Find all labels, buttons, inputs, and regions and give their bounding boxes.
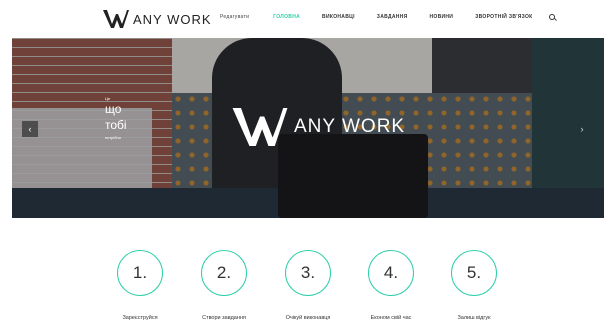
main-nav: Редагувати Головна Виконавці Завдання Но… [220, 14, 555, 20]
brand-name: ANY WORK [133, 11, 212, 27]
brand-logo[interactable]: ANY WORK [103, 9, 212, 29]
site-header: ANY WORK Редагувати Головна Виконавці За… [0, 0, 607, 38]
hero-tagline-line2: тобі [105, 118, 127, 132]
hero-logo-mark-icon [232, 108, 288, 146]
step-item: 3. Очікуй виконавця [268, 250, 348, 321]
step-number: 2. [216, 263, 232, 282]
logo-mark-icon [103, 10, 129, 28]
hero-brand-name: ANY WORK [294, 116, 406, 137]
hero-tagline-bottom: потрібно [105, 135, 121, 140]
chevron-left-icon: ‹ [28, 124, 32, 134]
step-number: 4. [383, 263, 399, 282]
nav-item-performers[interactable]: Виконавці [322, 14, 355, 20]
steps-section: 1. Зареєструйся 2. Створи завдання 3. Оч… [0, 250, 607, 327]
step-item: 4. Економ свій час [351, 250, 431, 321]
step-item: 2. Створи завдання [184, 250, 264, 321]
chevron-right-icon: › [580, 124, 584, 134]
nav-item-feedback[interactable]: Зворотній зв'язок [475, 14, 532, 20]
step-label: Створи завдання [202, 315, 246, 321]
nav-item-news[interactable]: Новини [429, 14, 453, 20]
hero-slider: Це що тобі потрібно ANY WORK ‹ › [12, 38, 604, 218]
step-number-circle: 2. [201, 250, 247, 296]
step-number-circle: 5. [451, 250, 497, 296]
slider-next-button[interactable]: › [574, 121, 590, 137]
hero-brand-logo: ANY WORK [232, 108, 405, 146]
step-number-circle: 4. [368, 250, 414, 296]
search-icon[interactable] [548, 14, 555, 20]
step-label: Залиш відгук [457, 315, 491, 321]
step-number-circle: 3. [285, 250, 331, 296]
step-number: 1. [132, 263, 148, 282]
hero-tagline: Це що тобі потрібно [105, 96, 127, 140]
nav-item-tasks[interactable]: Завдання [377, 14, 408, 20]
nav-item-home[interactable]: Головна [273, 14, 300, 20]
step-number: 3. [300, 263, 316, 282]
step-label: Зареєструйся [122, 315, 158, 321]
step-number-circle: 1. [117, 250, 163, 296]
step-item: 1. Зареєструйся [100, 250, 180, 321]
slider-prev-button[interactable]: ‹ [22, 121, 38, 137]
hero-tagline-line1: що [105, 102, 122, 116]
step-item: 5. Залиш відгук [434, 250, 514, 321]
nav-item-edit[interactable]: Редагувати [220, 14, 249, 20]
step-label: Очікуй виконавця [285, 315, 331, 321]
step-number: 5. [466, 263, 482, 282]
step-label: Економ свій час [370, 315, 412, 321]
